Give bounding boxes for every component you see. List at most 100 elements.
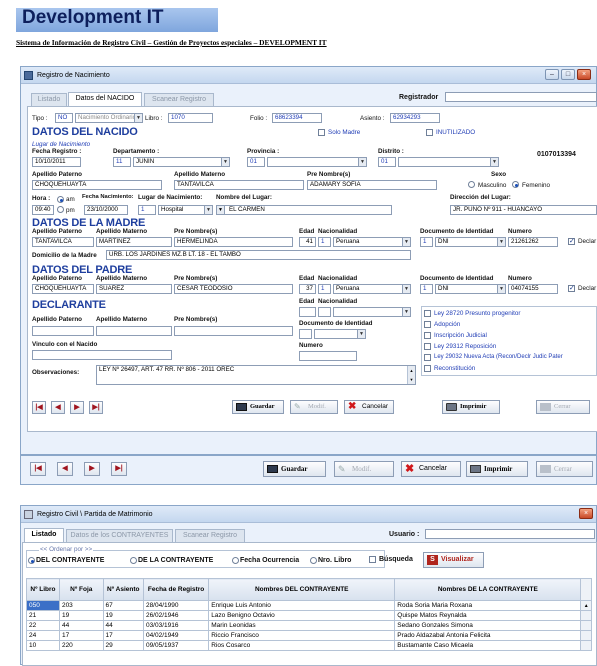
inutilizado-checkbox[interactable] <box>426 129 433 136</box>
depto-code-field[interactable]: 11 <box>113 157 131 167</box>
next-record-button[interactable]: ▶ <box>84 462 100 476</box>
direccion-field[interactable]: JR. PUNO Nº 911 - HUANCAYO <box>450 205 597 215</box>
d-edad-field[interactable] <box>299 307 316 317</box>
prev-record-button[interactable]: ◀ <box>51 401 65 414</box>
m-doc-dropdown[interactable]: DNI ▼ <box>435 237 506 247</box>
nombre-lugar-dropdown[interactable]: ▼ EL CARMEN <box>216 205 392 215</box>
prev-record-button[interactable]: ◀ <box>57 462 73 476</box>
check-ley-28720[interactable] <box>424 310 431 317</box>
ap-mat-field[interactable]: TANTAVILCA <box>174 180 304 190</box>
close-button[interactable]: × <box>579 508 593 519</box>
col-asiento[interactable]: Nº Asiento <box>102 578 144 601</box>
busqueda-checkbox[interactable] <box>369 556 376 563</box>
table-scrollbar-cell[interactable] <box>580 610 592 621</box>
print-button[interactable]: Imprimir <box>442 400 500 414</box>
usuario-field[interactable] <box>425 529 595 539</box>
d-doc-dropdown[interactable]: ▼ <box>314 329 366 339</box>
visualizar-button[interactable]: S Visualizar <box>423 552 484 568</box>
table-scrollbar-cell[interactable]: ▲ <box>580 600 592 611</box>
fecha-nac-field[interactable]: 23/10/2000 <box>84 205 128 215</box>
d-numero-field[interactable] <box>299 351 357 361</box>
sexo-femenino-radio[interactable] <box>512 181 519 188</box>
fecha-registro-field[interactable]: 10/10/2011 <box>32 157 81 167</box>
prov-code-field[interactable]: 01 <box>247 157 265 167</box>
tab-listado[interactable]: Listado <box>31 93 67 106</box>
tab-contrayentes[interactable]: Datos de los CONTRAYENTES <box>66 529 173 542</box>
order-de-la-contrayente-radio[interactable] <box>130 557 137 564</box>
table-row[interactable]: 10 220 29 09/05/1937 Rios Cosarco Bustamante … <box>26 640 592 651</box>
hora-field[interactable]: 09:40 <box>32 205 54 215</box>
dist-dropdown[interactable]: ▼ <box>398 157 499 167</box>
close-form-button[interactable]: Cerrar <box>536 400 590 414</box>
first-record-button[interactable]: |◀ <box>32 401 46 414</box>
d-nac-dropdown[interactable]: ▼ <box>333 307 411 317</box>
tab-scanear[interactable]: Scanear Registro <box>144 93 214 106</box>
vinculo-field[interactable] <box>32 350 172 360</box>
pm-radio[interactable] <box>57 206 64 213</box>
last-record-button[interactable]: ▶| <box>89 401 103 414</box>
last-record-button[interactable]: ▶| <box>111 462 127 476</box>
lugar-code-field[interactable]: 1 <box>138 205 156 215</box>
check-ley-29032[interactable] <box>424 354 431 361</box>
m-ap-pat-field[interactable]: TANTAVILCA <box>32 237 94 247</box>
table-scrollbar-cell[interactable] <box>580 640 592 651</box>
tab-listado[interactable]: Listado <box>24 528 64 542</box>
order-del-contrayente-radio[interactable] <box>28 557 35 564</box>
p-doc-code-field[interactable]: 1 <box>420 284 433 294</box>
check-reconstitucion[interactable] <box>424 365 431 372</box>
check-inscripcion-judicial[interactable] <box>424 332 431 339</box>
save-button[interactable]: Guardar <box>232 400 284 414</box>
close-form-button[interactable]: Cerrar <box>536 461 593 477</box>
print-button[interactable]: Imprimir <box>466 461 528 477</box>
folio-field[interactable]: 68623394 <box>272 113 322 123</box>
tab-scanear[interactable]: Scanear Registro <box>175 529 245 542</box>
libro-field[interactable]: 1070 <box>168 113 213 123</box>
p-numero-field[interactable]: 04074155 <box>508 284 558 294</box>
m-ap-mat-field[interactable]: MARTINEZ <box>96 237 172 247</box>
order-libro-radio[interactable] <box>310 557 317 564</box>
nombres-field[interactable]: ADAMARY SOFIA <box>307 180 437 190</box>
sexo-masculino-radio[interactable] <box>468 181 475 188</box>
p-nac-code-field[interactable]: 1 <box>318 284 331 294</box>
col-fecha[interactable]: Fecha de Registro <box>142 578 210 601</box>
table-row[interactable]: 21 19 19 26/02/1946 Lazo Benigno Octavio Quis… <box>26 610 592 621</box>
m-numero-field[interactable]: 21261262 <box>508 237 558 247</box>
observaciones-field[interactable]: LEY Nº 26497, ART. 47 RR. Nº 806 - 2011 … <box>96 365 416 385</box>
tipo-code-field[interactable]: NO <box>55 113 73 123</box>
domicilio-field[interactable]: URB. LOS JARDINES MZ.B LT. 18 - EL TAMBO <box>106 250 411 260</box>
d-nombres-field[interactable] <box>174 326 293 336</box>
ap-pat-field[interactable]: CHOQUEHUAYTA <box>32 180 162 190</box>
m-nac-code-field[interactable]: 1 <box>318 237 331 247</box>
table-row[interactable]: 22 44 44 03/03/1916 Marin Leonidas Sedano Gon… <box>26 620 592 631</box>
solo-madre-checkbox[interactable] <box>318 129 325 136</box>
p-ap-pat-field[interactable]: CHOQUEHUAYTA <box>32 284 94 294</box>
p-doc-dropdown[interactable]: DNI ▼ <box>435 284 506 294</box>
m-doc-code-field[interactable]: 1 <box>420 237 433 247</box>
p-edad-field[interactable]: 37 <box>299 284 316 294</box>
col-foja[interactable]: Nº Foja <box>58 578 104 601</box>
table-row[interactable]: 050 203 67 28/04/1990 Enrique Luis Antonio Ro… <box>26 600 592 611</box>
d-ap-mat-field[interactable] <box>96 326 172 336</box>
order-fecha-radio[interactable] <box>232 557 239 564</box>
depto-dropdown[interactable]: JUNIN ▼ <box>133 157 230 167</box>
tab-datos-nacido[interactable]: Datos del NACIDO <box>68 92 142 106</box>
p-declar-checkbox[interactable] <box>568 284 575 292</box>
m-nac-dropdown[interactable]: Peruana ▼ <box>333 237 411 247</box>
cancel-button[interactable]: ✖ Cancelar <box>401 461 461 477</box>
asiento-field[interactable]: 62934293 <box>390 113 440 123</box>
observaciones-scrollbar[interactable]: ▲ ▼ <box>407 366 415 384</box>
col-contrayente[interactable]: Nombres DEL CONTRAYENTE <box>208 578 396 601</box>
table-scrollbar-cell[interactable] <box>580 620 592 631</box>
next-record-button[interactable]: ▶ <box>70 401 84 414</box>
d-doc-code-field[interactable] <box>299 329 312 339</box>
cancel-button[interactable]: ✖ Cancelar <box>344 400 394 414</box>
tipo-dropdown[interactable]: Nacimiento Ordinario ▼ <box>75 113 143 123</box>
col-la-contrayente[interactable]: Nombres DE LA CONTRAYENTE <box>394 578 582 601</box>
lugar-dropdown[interactable]: Hospital ▼ <box>158 205 213 215</box>
p-ap-mat-field[interactable]: SUAREZ <box>96 284 172 294</box>
save-button[interactable]: Guardar <box>263 461 326 477</box>
am-radio[interactable] <box>57 196 64 203</box>
maximize-button[interactable]: □ <box>561 69 575 80</box>
m-declar-checkbox[interactable] <box>568 237 575 245</box>
registrador-field[interactable] <box>445 92 597 102</box>
